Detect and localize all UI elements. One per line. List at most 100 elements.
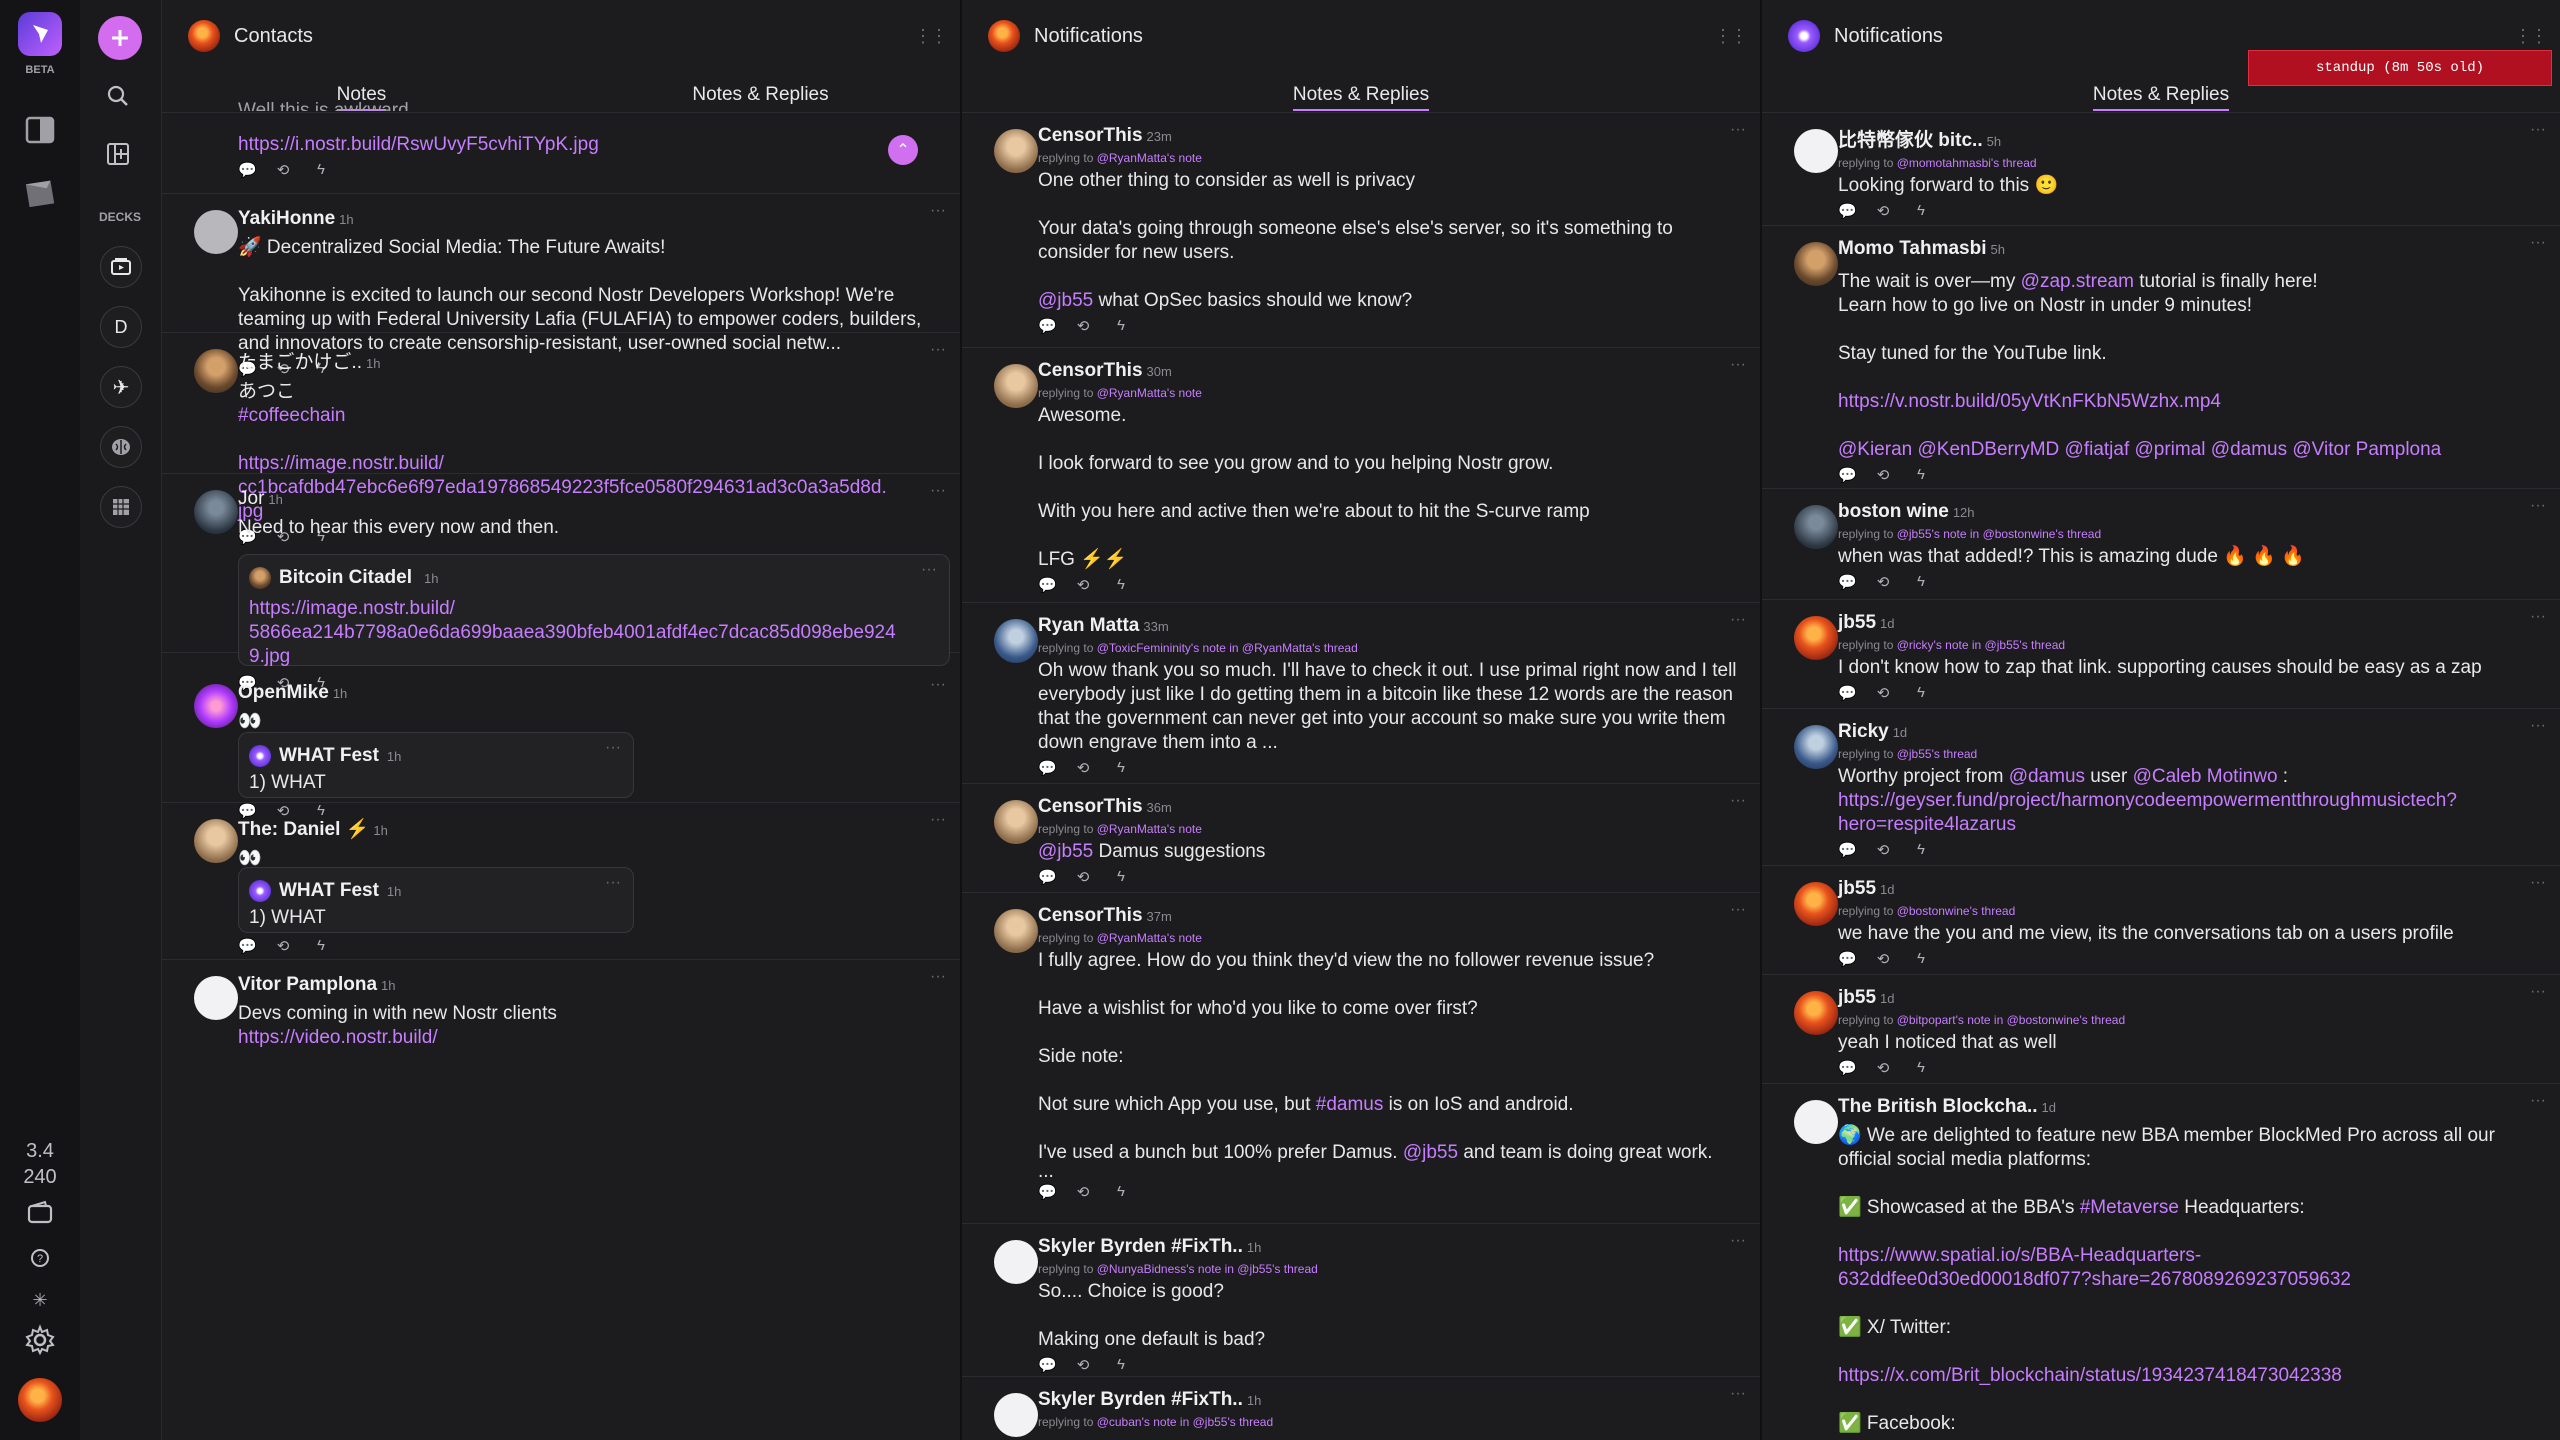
reply-icon[interactable]: 💬 bbox=[1838, 950, 1857, 970]
mention-link[interactable]: @jb55 bbox=[1038, 290, 1093, 311]
sparkle-icon[interactable]: ✳ bbox=[22, 1282, 58, 1318]
deck-brain[interactable] bbox=[100, 426, 142, 468]
author-name[interactable]: CensorThis bbox=[1038, 796, 1143, 817]
quote-author[interactable]: Bitcoin Citadel bbox=[279, 567, 412, 589]
zap-icon[interactable]: ϟ bbox=[314, 161, 328, 181]
reply-mention[interactable]: @jb55 bbox=[1897, 747, 1932, 761]
reply-icon[interactable]: 💬 bbox=[238, 937, 257, 957]
app-logo[interactable] bbox=[18, 12, 62, 56]
user-avatar[interactable] bbox=[18, 1378, 62, 1422]
repost-icon[interactable]: ⟲ bbox=[276, 161, 290, 181]
reply-mention[interactable]: @RyanMatta bbox=[1097, 386, 1167, 400]
reply-icon[interactable]: 💬 bbox=[1838, 202, 1857, 222]
zap-icon[interactable]: ϟ bbox=[1914, 841, 1928, 861]
post-item[interactable]: ··· CensorThis 37m replying to @RyanMatta… bbox=[962, 893, 1760, 1224]
author-name[interactable]: jb55 bbox=[1838, 878, 1876, 899]
author-name[interactable]: The British Blockcha.. bbox=[1838, 1096, 2038, 1117]
deck-media[interactable] bbox=[100, 246, 142, 288]
repost-icon[interactable]: ⟲ bbox=[1076, 1356, 1090, 1376]
quote-menu-icon[interactable]: ··· bbox=[921, 561, 937, 579]
hashtag-link[interactable]: #Metaverse bbox=[2080, 1197, 2179, 1218]
post-avatar[interactable] bbox=[194, 976, 238, 1020]
repost-icon[interactable]: ⟲ bbox=[1876, 684, 1890, 704]
author-name[interactable]: たまごかけご.. bbox=[238, 352, 362, 373]
author-name[interactable]: Skyler Byrden #FixTh.. bbox=[1038, 1389, 1243, 1410]
mention-link[interactable]: @jb55 bbox=[1403, 1142, 1458, 1163]
post-item[interactable]: ··· Skyler Byrden #FixTh.. 1h replying to… bbox=[962, 1224, 1760, 1377]
zap-icon[interactable]: ϟ bbox=[1914, 1059, 1928, 1079]
reply-mention[interactable]: @jb55 bbox=[1985, 638, 2020, 652]
reply-icon[interactable]: 💬 bbox=[1038, 759, 1057, 779]
zap-icon[interactable]: ϟ bbox=[1114, 576, 1128, 596]
tab-notes-replies[interactable]: Notes & Replies bbox=[962, 70, 1760, 111]
post-item[interactable]: Well this is awkward https://i.nostr.bui… bbox=[162, 100, 960, 194]
post-item[interactable]: ··· OpenMike 1h 👀 WHAT Fest 1h ··· 1) WHA… bbox=[162, 668, 960, 820]
zap-icon[interactable]: ϟ bbox=[1914, 950, 1928, 970]
reply-mention[interactable]: @ricky bbox=[1897, 638, 1934, 652]
reply-mention[interactable]: @ToxicFemininity bbox=[1097, 641, 1191, 655]
mention-link[interactable]: @damus bbox=[2009, 766, 2085, 787]
settings-icon[interactable] bbox=[22, 1322, 58, 1358]
author-name[interactable]: boston wine bbox=[1838, 501, 1949, 522]
post-item[interactable]: ··· 比特幣傢伙 bitc.. 5h replying to @momotahm… bbox=[1762, 113, 2560, 226]
post-link[interactable]: https://www.spatial.io/s/BBA-Headquarter… bbox=[1838, 1244, 2540, 1292]
drag-handle-icon[interactable]: ⋮⋮ bbox=[1714, 26, 1748, 47]
post-avatar[interactable] bbox=[1794, 882, 1838, 926]
quote-menu-icon[interactable]: ··· bbox=[605, 874, 621, 892]
author-name[interactable]: Jor bbox=[238, 488, 264, 509]
repost-icon[interactable]: ⟲ bbox=[1876, 466, 1890, 486]
post-item[interactable]: ··· たまごかけご.. 1h あつこ #coffeechain https://… bbox=[162, 333, 960, 546]
reply-mention[interactable]: @jb55 bbox=[1237, 1262, 1272, 1276]
quote-author[interactable]: WHAT Fest bbox=[279, 745, 379, 767]
reply-mention[interactable]: @jb55 bbox=[1897, 527, 1932, 541]
post-avatar[interactable] bbox=[194, 210, 238, 254]
mention-link[interactable]: @Caleb Motinwo bbox=[2133, 766, 2278, 787]
deck-icon[interactable] bbox=[22, 174, 58, 210]
reply-icon[interactable]: 💬 bbox=[1838, 573, 1857, 593]
quoted-post[interactable]: WHAT Fest 1h ··· 1) WHAT bbox=[238, 732, 634, 798]
reply-icon[interactable]: 💬 bbox=[1038, 576, 1057, 596]
drag-handle-icon[interactable]: ⋮⋮ bbox=[914, 26, 948, 47]
mention-links[interactable]: @Kieran @KenDBerryMD @fiatjaf @primal @d… bbox=[1838, 438, 2540, 462]
repost-icon[interactable]: ⟲ bbox=[1876, 841, 1890, 861]
wallet-icon[interactable] bbox=[22, 1194, 58, 1230]
hashtag-link[interactable]: #damus bbox=[1316, 1094, 1384, 1115]
author-name[interactable]: Ricky bbox=[1838, 721, 1889, 742]
zap-icon[interactable]: ϟ bbox=[1114, 868, 1128, 888]
post-avatar[interactable] bbox=[194, 349, 238, 393]
columns-icon[interactable] bbox=[22, 112, 58, 148]
reply-icon[interactable]: 💬 bbox=[1038, 317, 1057, 337]
post-item[interactable]: ··· jb55 1d replying to @bitpopart's note… bbox=[1762, 975, 2560, 1084]
reply-icon[interactable]: 💬 bbox=[1838, 466, 1857, 486]
post-avatar[interactable] bbox=[994, 800, 1038, 844]
post-avatar[interactable] bbox=[994, 909, 1038, 953]
post-avatar[interactable] bbox=[994, 129, 1038, 173]
repost-icon[interactable]: ⟲ bbox=[1076, 759, 1090, 779]
post-item[interactable]: ··· Jor 1h Need to hear this every now an… bbox=[162, 474, 960, 692]
author-name[interactable]: Momo Tahmasbi bbox=[1838, 238, 1987, 259]
post-item[interactable]: ··· CensorThis 30m replying to @RyanMatta… bbox=[962, 348, 1760, 603]
reply-mention[interactable]: @bitpopart bbox=[1897, 1013, 1956, 1027]
post-avatar[interactable] bbox=[994, 1393, 1038, 1437]
repost-icon[interactable]: ⟲ bbox=[1076, 576, 1090, 596]
author-name[interactable]: Skyler Byrden #FixTh.. bbox=[1038, 1236, 1243, 1257]
zap-icon[interactable]: ϟ bbox=[1114, 1356, 1128, 1376]
post-item[interactable]: ··· Ricky 1d replying to @jb55's thread W… bbox=[1762, 709, 2560, 866]
post-avatar[interactable] bbox=[194, 819, 238, 863]
reply-icon[interactable]: 💬 bbox=[1838, 684, 1857, 704]
post-item[interactable]: ··· Momo Tahmasbi 5h The wait is over—my … bbox=[1762, 226, 2560, 489]
post-link[interactable]: https://video.nostr.build/ bbox=[238, 1026, 940, 1050]
hashtag-link[interactable]: #coffeechain bbox=[238, 404, 940, 428]
zap-icon[interactable]: ϟ bbox=[1914, 466, 1928, 486]
repost-icon[interactable]: ⟲ bbox=[1876, 573, 1890, 593]
author-name[interactable]: Ryan Matta bbox=[1038, 615, 1139, 636]
reply-icon[interactable]: 💬 bbox=[1838, 841, 1857, 861]
repost-icon[interactable]: ⟲ bbox=[1876, 1059, 1890, 1079]
post-avatar[interactable] bbox=[994, 619, 1038, 663]
zap-icon[interactable]: ϟ bbox=[1114, 317, 1128, 337]
author-name[interactable]: CensorThis bbox=[1038, 905, 1143, 926]
author-name[interactable]: The: Daniel ⚡ bbox=[238, 819, 369, 840]
reply-mention[interactable]: @NunyaBidness bbox=[1097, 1262, 1187, 1276]
reply-mention[interactable]: @bostonwine bbox=[2007, 1013, 2080, 1027]
author-name[interactable]: OpenMike bbox=[238, 682, 329, 703]
